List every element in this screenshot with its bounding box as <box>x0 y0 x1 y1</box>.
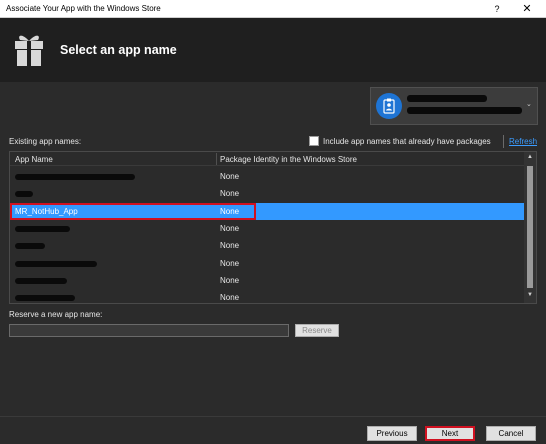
column-header-package-identity[interactable]: Package Identity in the Windows Store <box>220 155 357 164</box>
include-packaged-checkbox[interactable] <box>309 136 319 146</box>
reserve-name-label: Reserve a new app name: <box>9 310 103 319</box>
package-identity-cell: None <box>220 189 240 198</box>
reserve-name-input[interactable] <box>9 324 289 337</box>
previous-button[interactable]: Previous <box>367 426 417 441</box>
package-identity-cell: None <box>220 172 240 181</box>
table-row[interactable]: None <box>10 255 524 272</box>
vertical-scrollbar[interactable]: ▲ ▼ <box>524 152 536 303</box>
table-header: App Name Package Identity in the Windows… <box>10 152 524 166</box>
person-badge-icon <box>376 93 402 119</box>
table-row-selected[interactable]: MR_NotHub_App None <box>10 203 524 220</box>
divider <box>503 135 504 148</box>
column-header-app-name[interactable]: App Name <box>15 155 53 164</box>
existing-app-names-label: Existing app names: <box>9 137 82 146</box>
redacted-app-name <box>15 191 33 197</box>
refresh-link[interactable]: Refresh <box>509 137 537 146</box>
package-identity-cell: None <box>220 293 240 302</box>
redacted-app-name <box>15 261 97 267</box>
help-button[interactable]: ? <box>490 2 504 16</box>
scroll-up-icon[interactable]: ▲ <box>527 154 533 160</box>
table-row[interactable]: None <box>10 168 524 185</box>
redacted-app-name <box>15 226 70 232</box>
package-identity-cell: None <box>220 241 240 250</box>
window-title: Associate Your App with the Windows Stor… <box>6 4 161 13</box>
cancel-button[interactable]: Cancel <box>486 426 536 441</box>
account-email-redacted <box>407 107 522 114</box>
table-row[interactable]: None <box>10 185 524 202</box>
dialog-header: Select an app name <box>0 18 546 82</box>
dialog-footer: Previous Next Cancel <box>0 416 546 444</box>
scroll-down-icon[interactable]: ▼ <box>527 292 533 298</box>
app-names-table: App Name Package Identity in the Windows… <box>9 151 537 304</box>
chevron-down-icon: ⌄ <box>526 101 532 108</box>
include-packaged-label[interactable]: Include app names that already have pack… <box>323 137 491 146</box>
gift-icon <box>15 35 43 66</box>
title-bar: Associate Your App with the Windows Stor… <box>0 0 546 18</box>
package-identity-cell: None <box>220 224 240 233</box>
table-row[interactable]: None <box>10 237 524 254</box>
package-identity-cell: None <box>220 259 240 268</box>
redacted-app-name <box>15 295 75 301</box>
table-row[interactable]: None <box>10 289 524 303</box>
next-button[interactable]: Next <box>425 426 475 441</box>
close-button[interactable]: ✕ <box>520 2 534 16</box>
column-divider <box>216 153 217 165</box>
account-name-redacted <box>407 95 487 102</box>
page-heading: Select an app name <box>60 43 177 57</box>
account-picker[interactable]: ⌄ <box>370 87 538 125</box>
table-row[interactable]: None <box>10 272 524 289</box>
redacted-app-name <box>15 243 45 249</box>
table-row[interactable]: None <box>10 220 524 237</box>
highlight-annotation <box>10 203 256 220</box>
redacted-app-name <box>15 278 67 284</box>
scroll-thumb[interactable] <box>527 166 533 288</box>
package-identity-cell: None <box>220 276 240 285</box>
reserve-button[interactable]: Reserve <box>295 324 339 337</box>
redacted-app-name <box>15 174 135 180</box>
